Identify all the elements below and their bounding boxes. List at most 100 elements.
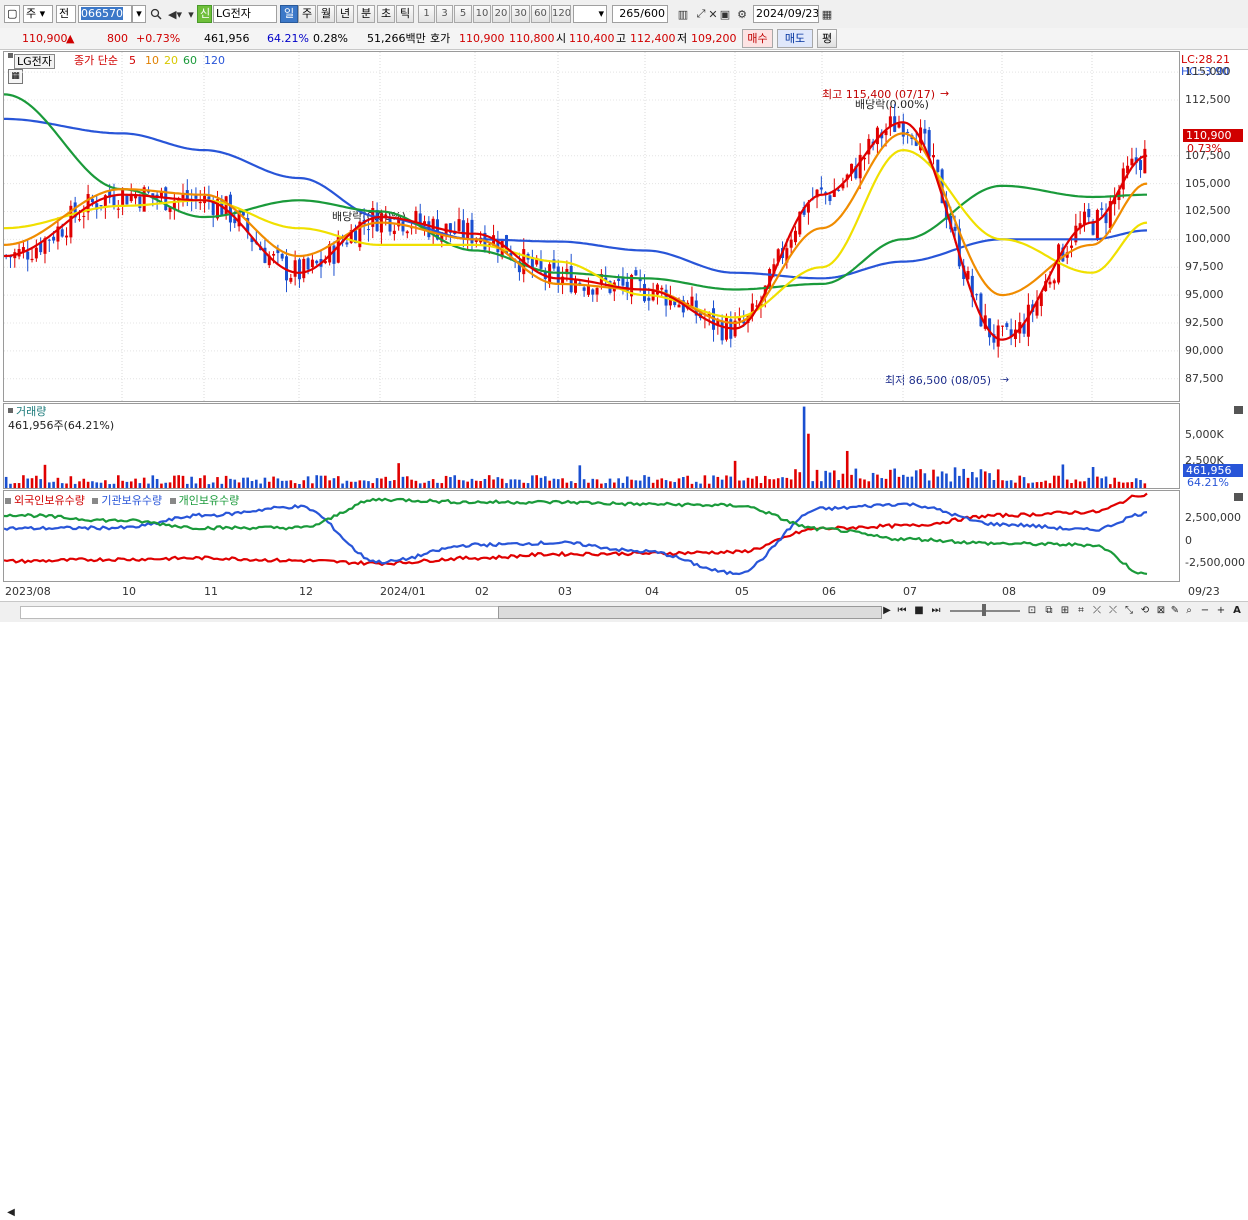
x-tick-label: 11 bbox=[204, 585, 218, 598]
candle-body bbox=[556, 266, 560, 283]
trend-tool-icon[interactable]: ⤬ bbox=[1106, 604, 1120, 618]
volume-bar bbox=[52, 481, 55, 488]
minimize-panel-icon[interactable] bbox=[1234, 493, 1243, 501]
interval-button-5[interactable]: 30 bbox=[511, 5, 530, 23]
volume-bar bbox=[462, 480, 465, 488]
candle-body bbox=[996, 325, 1000, 347]
eval-button[interactable]: 평 bbox=[817, 29, 837, 48]
date-input[interactable]: 2024/09/23 bbox=[753, 5, 819, 23]
interval-button-0[interactable]: 1 bbox=[418, 5, 435, 23]
period-button-6[interactable]: 틱 bbox=[396, 5, 414, 23]
period-button-1[interactable]: 주 bbox=[298, 5, 316, 23]
chart-type-icon[interactable]: ⊠ bbox=[1154, 604, 1168, 618]
zoom-slider-handle[interactable] bbox=[982, 604, 986, 616]
interval-button-7[interactable]: 120 bbox=[551, 5, 571, 23]
minus-icon[interactable]: − bbox=[1198, 604, 1212, 618]
sound-icon[interactable]: ◀▾ bbox=[168, 7, 182, 21]
volume-bar bbox=[759, 483, 763, 488]
low-label: 저 bbox=[677, 32, 688, 45]
save-icon[interactable]: ▣ bbox=[718, 7, 732, 21]
stock-code-dropdown[interactable]: ▾ bbox=[132, 5, 146, 23]
volume-bar bbox=[742, 480, 746, 488]
volume-bar bbox=[979, 469, 983, 488]
scroll-left-icon[interactable]: ◀ bbox=[4, 1206, 18, 1220]
split-icon[interactable]: ⧉ bbox=[1042, 604, 1056, 618]
candle-body bbox=[198, 202, 202, 204]
volume-bar bbox=[470, 478, 474, 488]
candle-body bbox=[617, 278, 621, 281]
x-axis bbox=[0, 582, 1248, 601]
count-field[interactable]: 265/600 bbox=[612, 5, 668, 23]
volume-bar bbox=[613, 482, 616, 488]
x-tick-label: 07 bbox=[903, 585, 917, 598]
volume-bar bbox=[1014, 482, 1017, 488]
candle-body bbox=[1052, 280, 1056, 284]
volume-bar bbox=[216, 477, 219, 488]
candle-body bbox=[621, 278, 625, 286]
prefix-select[interactable]: 전 bbox=[56, 5, 76, 23]
plus-icon[interactable]: + bbox=[1214, 604, 1228, 618]
period-button-5[interactable]: 초 bbox=[377, 5, 395, 23]
period-button-0[interactable]: 일 bbox=[280, 5, 298, 23]
volume-bar bbox=[436, 482, 439, 488]
stop-icon[interactable]: ■ bbox=[912, 604, 926, 618]
volume-bar bbox=[850, 474, 853, 488]
volume-bar bbox=[1121, 482, 1125, 488]
rewind-icon[interactable]: ⏮ bbox=[895, 604, 909, 618]
cycle-icon[interactable]: ⟲ bbox=[1138, 604, 1152, 618]
volume-bar bbox=[617, 478, 620, 488]
minimize-panel-icon[interactable] bbox=[1234, 406, 1243, 414]
volume-bar bbox=[233, 479, 237, 488]
layout-icon[interactable]: ⊡ bbox=[1025, 604, 1039, 618]
nav-dropdown-icon[interactable]: ▾ bbox=[184, 7, 198, 21]
volume-bar bbox=[569, 481, 573, 488]
grid-icon[interactable]: ⌗ bbox=[1074, 604, 1088, 618]
volume-bar bbox=[147, 483, 150, 488]
interval-button-2[interactable]: 5 bbox=[454, 5, 472, 23]
copy-icon[interactable]: ⊞ bbox=[1058, 604, 1072, 618]
zoom-icon[interactable]: ⌕ bbox=[1182, 604, 1196, 618]
candle-body bbox=[953, 226, 957, 231]
candle-body bbox=[591, 289, 595, 295]
calendar-icon[interactable]: ▦ bbox=[820, 7, 834, 21]
price-change: 800 bbox=[107, 32, 128, 45]
scroll-right-icon[interactable]: ▶ bbox=[880, 604, 894, 618]
volume-bar bbox=[26, 478, 30, 488]
buy-button[interactable]: 매수 bbox=[742, 29, 773, 48]
forward-icon[interactable]: ⏭ bbox=[929, 604, 943, 618]
price-tick-label: 95,000 bbox=[1185, 288, 1224, 302]
stock-code-value: 066570 bbox=[81, 7, 123, 20]
gear-icon[interactable]: ⚙ bbox=[735, 7, 749, 21]
volume-bar bbox=[142, 477, 146, 488]
candle-settings-icon[interactable]: ▥ bbox=[676, 7, 690, 21]
period-button-2[interactable]: 월 bbox=[317, 5, 335, 23]
volume-bar bbox=[720, 479, 724, 488]
volume-bar bbox=[358, 480, 362, 488]
chart-type-toggle[interactable]: ▢ bbox=[4, 5, 20, 23]
interval-select[interactable]: ▾ bbox=[573, 5, 607, 23]
font-size-icon[interactable]: A bbox=[1230, 604, 1244, 618]
volume-bar bbox=[453, 475, 457, 488]
market-select[interactable]: 주 ▾ bbox=[23, 5, 53, 23]
price-tick-label: 97,500 bbox=[1185, 260, 1224, 274]
volume-bar bbox=[1052, 475, 1056, 488]
volume-bar bbox=[186, 483, 189, 488]
period-button-3[interactable]: 년 bbox=[336, 5, 354, 23]
volume-bar bbox=[375, 478, 379, 488]
volume-bar bbox=[604, 483, 607, 488]
line-tool-icon[interactable]: ⤫ bbox=[1090, 604, 1104, 618]
volume-bar bbox=[867, 481, 871, 488]
interval-button-6[interactable]: 60 bbox=[531, 5, 550, 23]
search-icon[interactable] bbox=[149, 7, 163, 21]
interval-button-4[interactable]: 20 bbox=[492, 5, 510, 23]
volume-bar bbox=[832, 470, 836, 488]
fib-tool-icon[interactable]: ⤡ bbox=[1122, 604, 1136, 618]
scroll-thumb[interactable] bbox=[498, 606, 882, 619]
interval-button-1[interactable]: 3 bbox=[436, 5, 453, 23]
volume-bar bbox=[694, 481, 698, 488]
stock-code-input[interactable]: 066570 bbox=[78, 5, 132, 23]
interval-button-3[interactable]: 10 bbox=[473, 5, 491, 23]
sell-button[interactable]: 매도 bbox=[777, 29, 813, 48]
period-button-4[interactable]: 분 bbox=[357, 5, 375, 23]
edit-icon[interactable]: ✎ bbox=[1168, 604, 1182, 618]
